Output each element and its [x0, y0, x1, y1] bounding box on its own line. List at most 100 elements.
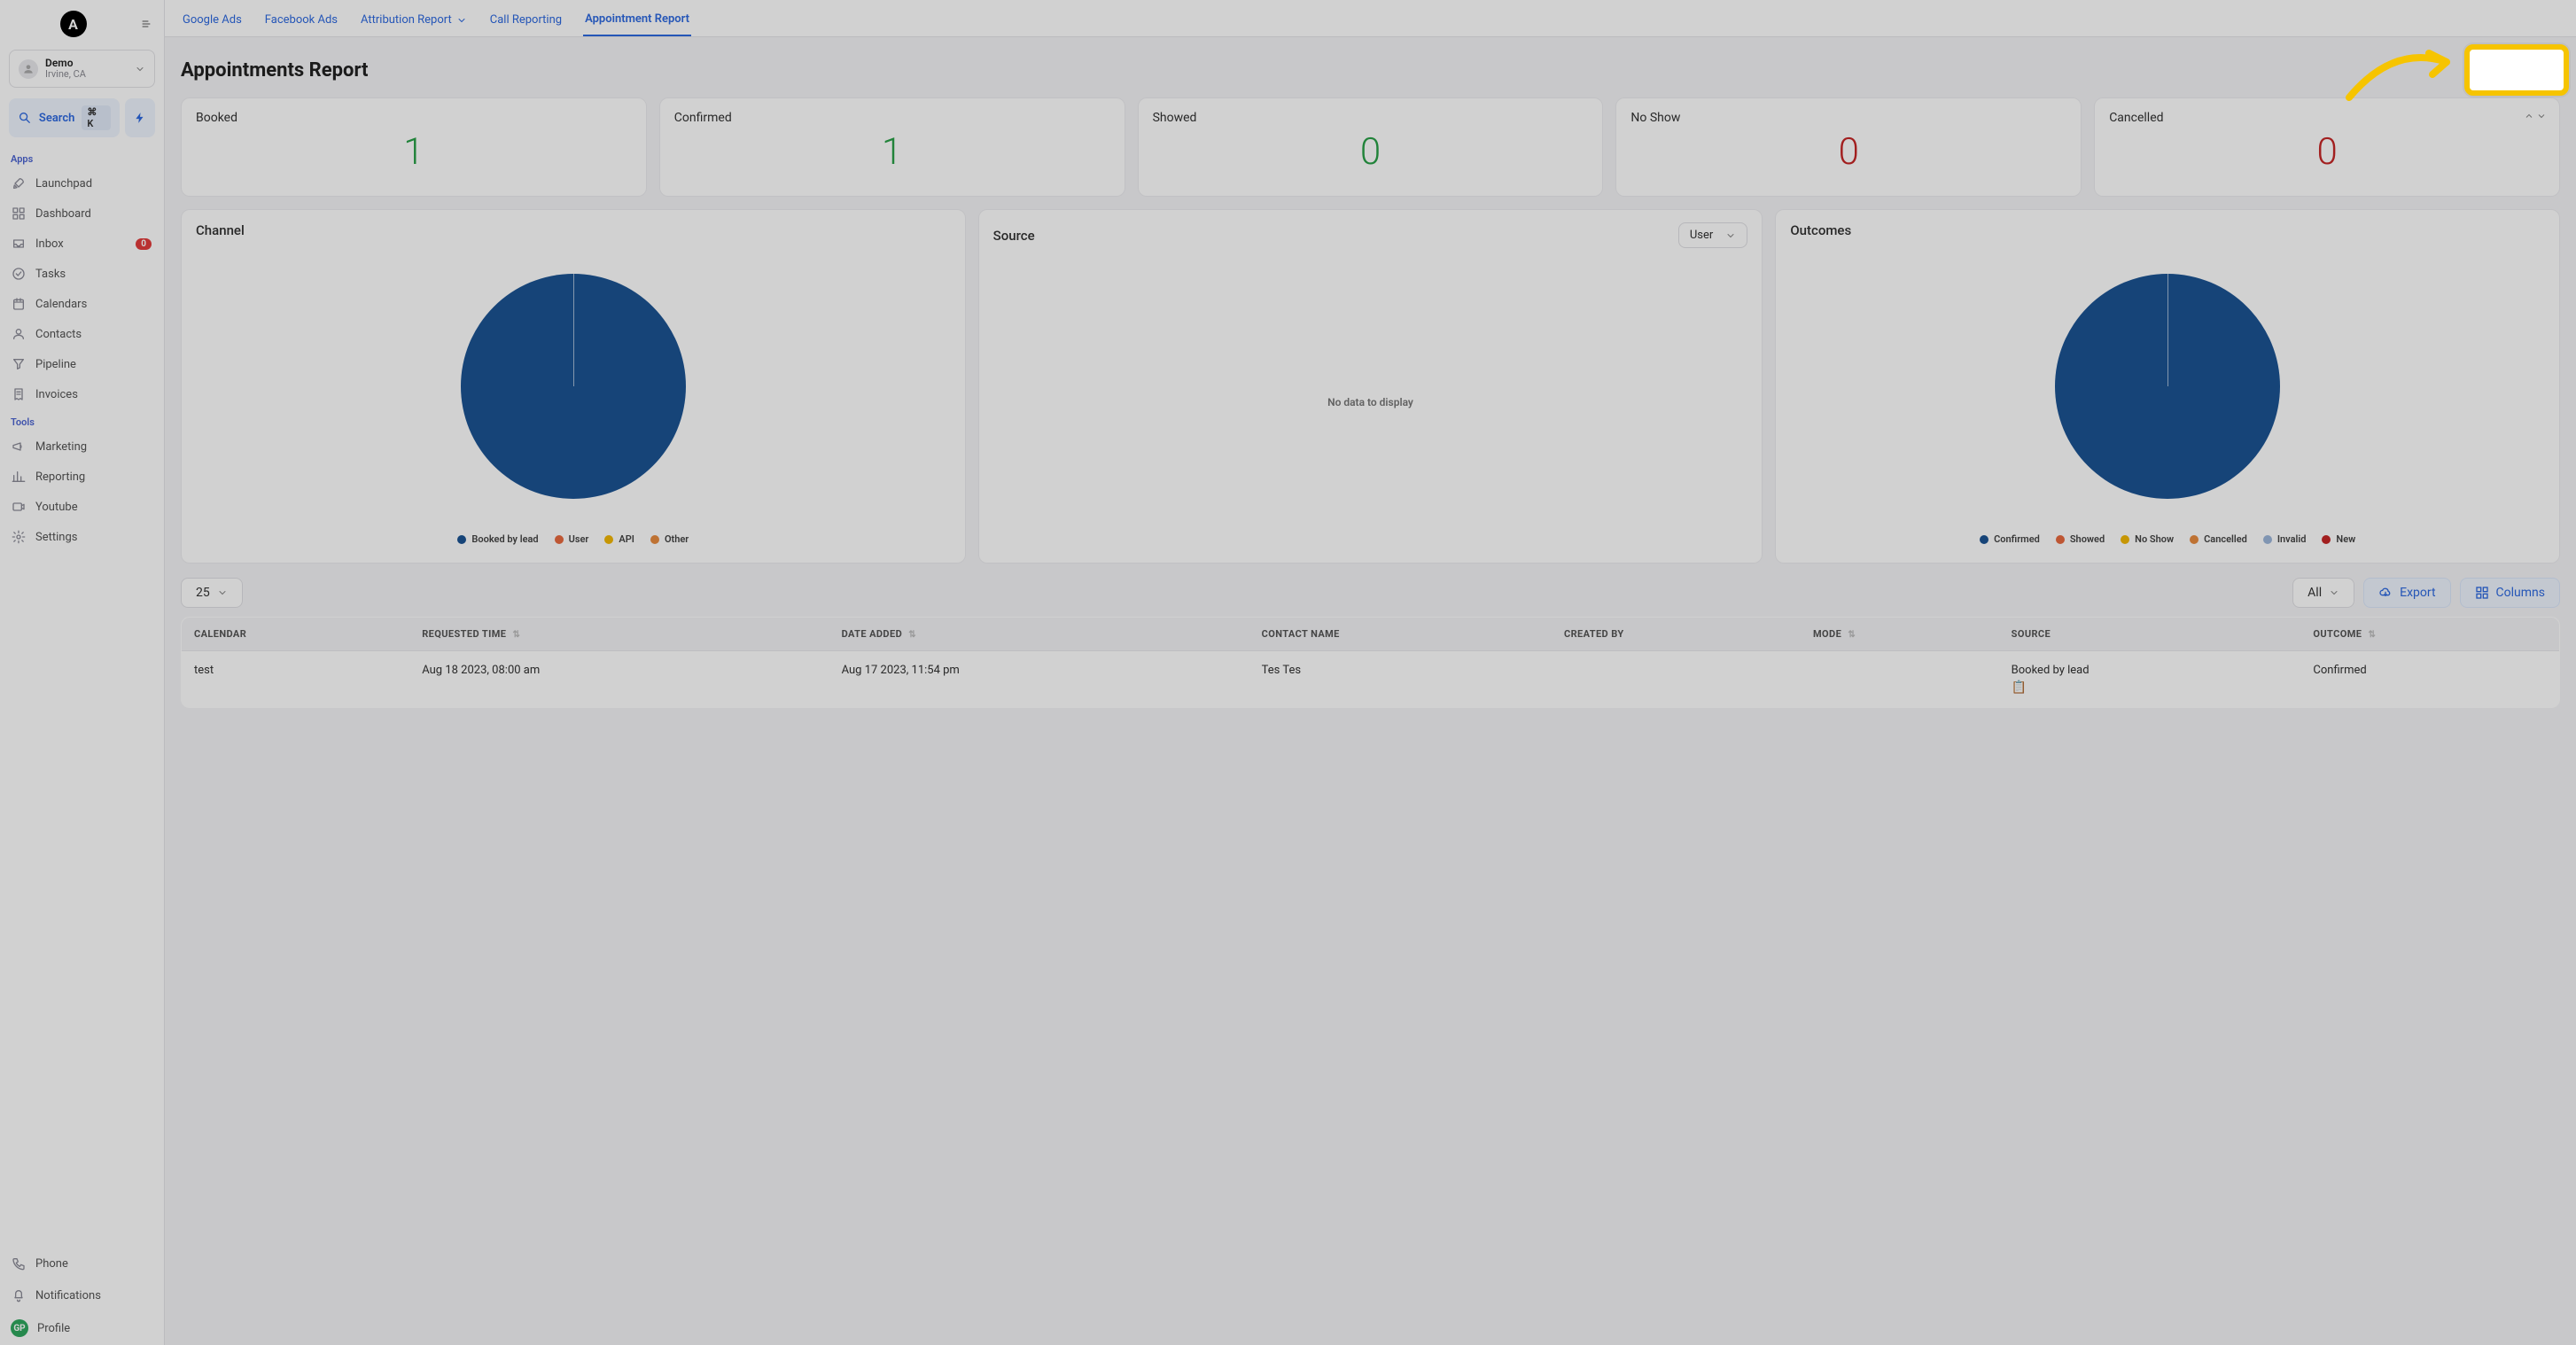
nav-item-phone[interactable]: Phone — [0, 1248, 164, 1279]
megaphone-icon-wrap — [11, 439, 27, 455]
channel-panel: Channel Booked by leadUserAPIOther — [181, 209, 966, 564]
table-header-mode[interactable]: MODE ⇅ — [1801, 618, 1999, 651]
nav-item-calendars[interactable]: Calendars — [0, 289, 164, 319]
nav-item-label: Pipeline — [35, 358, 76, 371]
nav-bottom-list: PhoneNotificationsGPProfile — [0, 1248, 164, 1345]
cell-mode — [1801, 651, 1999, 708]
outcomes-legend: ConfirmedShowedNo ShowCancelledInvalidNe… — [1790, 528, 2545, 550]
columns-button[interactable]: Columns — [2460, 578, 2560, 608]
tab-label: Call Reporting — [490, 13, 562, 27]
tab-label: Facebook Ads — [265, 13, 338, 27]
legend-label: New — [2336, 533, 2355, 545]
stat-label: Booked — [196, 111, 632, 125]
nav-item-notifications[interactable]: Notifications — [0, 1279, 164, 1311]
stat-value: 1 — [674, 130, 1110, 174]
user-icon-wrap — [11, 326, 27, 342]
page-title: Appointments Report — [181, 59, 369, 82]
legend-dot — [650, 535, 659, 544]
legend-label: User — [569, 533, 589, 545]
nav-item-marketing[interactable]: Marketing — [0, 431, 164, 462]
table-header-outcome[interactable]: OUTCOME ⇅ — [2300, 618, 2559, 651]
table-header-requested-time[interactable]: REQUESTED TIME ⇅ — [409, 618, 829, 651]
receipt-icon — [12, 387, 26, 401]
nav-item-settings[interactable]: Settings — [0, 522, 164, 552]
table-header-date-added[interactable]: DATE ADDED ⇅ — [829, 618, 1249, 651]
account-avatar-icon — [19, 59, 38, 79]
legend-label: Confirmed — [1994, 533, 2040, 545]
chevron-up-icon — [2524, 111, 2534, 121]
page-size-select[interactable]: 25 — [181, 578, 243, 608]
tab-call-reporting[interactable]: Call Reporting — [488, 7, 564, 36]
account-location: Irvine, CA — [45, 69, 128, 80]
outcomes-panel: Outcomes ConfirmedShowedNo ShowCancelled… — [1775, 209, 2560, 564]
tab-attribution-report[interactable]: Attribution Report — [359, 7, 469, 36]
sliders-icon — [2533, 64, 2545, 76]
nav-item-youtube[interactable]: Youtube — [0, 492, 164, 522]
nav-item-invoices[interactable]: Invoices — [0, 379, 164, 409]
nav-item-profile[interactable]: GPProfile — [0, 1311, 164, 1345]
main: Google Ads Facebook Ads Attribution Report… — [165, 0, 2576, 1345]
cell-date-added: Aug 17 2023, 11:54 pm — [829, 651, 1249, 708]
bolt-icon — [134, 112, 146, 124]
tab-google-ads[interactable]: Google Ads — [181, 7, 244, 36]
sort-icon: ⇅ — [2368, 630, 2376, 640]
user-icon — [22, 63, 35, 75]
search-icon — [18, 111, 32, 125]
stat-label: Confirmed — [674, 111, 1110, 125]
legend-item: Showed — [2056, 533, 2105, 545]
nav-item-inbox[interactable]: Inbox 0 — [0, 229, 164, 259]
nav-item-reporting[interactable]: Reporting — [0, 462, 164, 492]
profile-avatar: GP — [11, 1319, 28, 1337]
columns-label: Columns — [2496, 586, 2545, 600]
legend-dot — [555, 535, 564, 544]
tab-label: Attribution Report — [361, 13, 452, 27]
rocket-icon-wrap — [11, 175, 27, 191]
stat-value: 1 — [196, 130, 632, 174]
nav-badge: 0 — [136, 238, 152, 250]
video-icon-wrap — [11, 499, 27, 515]
stat-cards-row: Booked 1Confirmed 1Showed 0No Show 0Canc… — [181, 97, 2560, 197]
report-tabs: Google Ads Facebook Ads Attribution Report… — [165, 0, 2576, 37]
page-size-value: 25 — [196, 586, 210, 600]
legend-item: No Show — [2121, 533, 2174, 545]
legend-item: Invalid — [2263, 533, 2307, 545]
legend-label: Showed — [2070, 533, 2105, 545]
legend-item: Other — [650, 533, 689, 545]
check-circle-icon-wrap — [11, 266, 27, 282]
table-row[interactable]: test Aug 18 2023, 08:00 am Aug 17 2023, … — [182, 651, 2560, 708]
gear-icon — [12, 530, 26, 544]
card-expand-controls[interactable] — [2524, 111, 2547, 121]
sidebar-collapse-button[interactable] — [137, 15, 155, 33]
nav-item-contacts[interactable]: Contacts — [0, 319, 164, 349]
search-button[interactable]: Search ⌘ K — [9, 98, 120, 137]
chevron-down-icon — [456, 15, 467, 26]
cloud-download-icon — [2378, 586, 2393, 600]
legend-item: Confirmed — [1980, 533, 2040, 545]
filter-all-select[interactable]: All — [2292, 578, 2354, 608]
nav-item-launchpad[interactable]: Launchpad — [0, 168, 164, 198]
nav-item-label: Contacts — [35, 328, 82, 341]
cell-calendar: test — [182, 651, 410, 708]
table-header-row: CALENDARREQUESTED TIME ⇅DATE ADDED ⇅CONT… — [182, 618, 2560, 651]
filters-button[interactable]: Filters — [2473, 53, 2560, 87]
legend-dot — [2190, 535, 2199, 544]
tab-facebook-ads[interactable]: Facebook Ads — [263, 7, 339, 36]
cell-contact-name: Tes Tes — [1249, 651, 1552, 708]
export-button[interactable]: Export — [2363, 578, 2450, 608]
clipboard-icon[interactable]: 📋 — [2012, 680, 2289, 695]
account-selector[interactable]: Demo Irvine, CA — [9, 50, 155, 88]
tab-appointment-report[interactable]: Appointment Report — [583, 7, 691, 36]
chevron-down-icon — [135, 64, 145, 74]
grid-icon-wrap — [11, 206, 27, 222]
nav-item-tasks[interactable]: Tasks — [0, 259, 164, 289]
nav-item-label: Inbox — [35, 237, 64, 251]
account-text: Demo Irvine, CA — [45, 58, 128, 80]
nav-item-dashboard[interactable]: Dashboard — [0, 198, 164, 229]
channel-pie-chart — [196, 244, 951, 528]
gear-icon-wrap — [11, 529, 27, 545]
stat-value: 0 — [1630, 130, 2066, 174]
quick-actions-button[interactable] — [125, 98, 155, 137]
appointments-table: CALENDARREQUESTED TIME ⇅DATE ADDED ⇅CONT… — [181, 617, 2560, 708]
source-select[interactable]: User — [1678, 222, 1747, 248]
nav-item-pipeline[interactable]: Pipeline — [0, 349, 164, 379]
